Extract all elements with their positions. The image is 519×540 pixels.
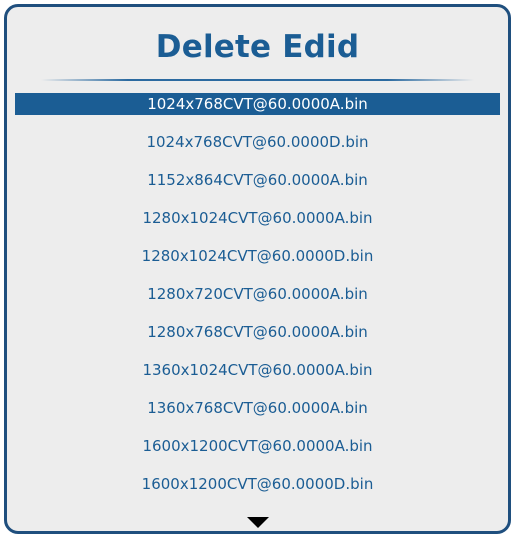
list-item[interactable]: 1360x768CVT@60.0000A.bin: [15, 397, 500, 419]
list-item[interactable]: 1152x864CVT@60.0000A.bin: [15, 169, 500, 191]
list-item[interactable]: 1024x768CVT@60.0000A.bin: [15, 93, 500, 115]
list-item[interactable]: 1280x768CVT@60.0000A.bin: [15, 321, 500, 343]
list-item[interactable]: 1600x1200CVT@60.0000A.bin: [15, 435, 500, 457]
delete-edid-dialog: Delete Edid 1024x768CVT@60.0000A.bin 102…: [4, 4, 511, 534]
list-item[interactable]: 1280x1024CVT@60.0000D.bin: [15, 245, 500, 267]
list-item[interactable]: 1360x1024CVT@60.0000A.bin: [15, 359, 500, 381]
list-item[interactable]: 1280x720CVT@60.0000A.bin: [15, 283, 500, 305]
list-item[interactable]: 1024x768CVT@60.0000D.bin: [15, 131, 500, 153]
dialog-title: Delete Edid: [155, 29, 360, 65]
scroll-down-arrow-icon[interactable]: [246, 517, 269, 528]
list-item[interactable]: 1280x1024CVT@60.0000A.bin: [15, 207, 500, 229]
title-divider: [41, 79, 474, 81]
list-item[interactable]: 1600x1200CVT@60.0000D.bin: [15, 473, 500, 495]
edid-file-list[interactable]: 1024x768CVT@60.0000A.bin 1024x768CVT@60.…: [15, 93, 500, 511]
